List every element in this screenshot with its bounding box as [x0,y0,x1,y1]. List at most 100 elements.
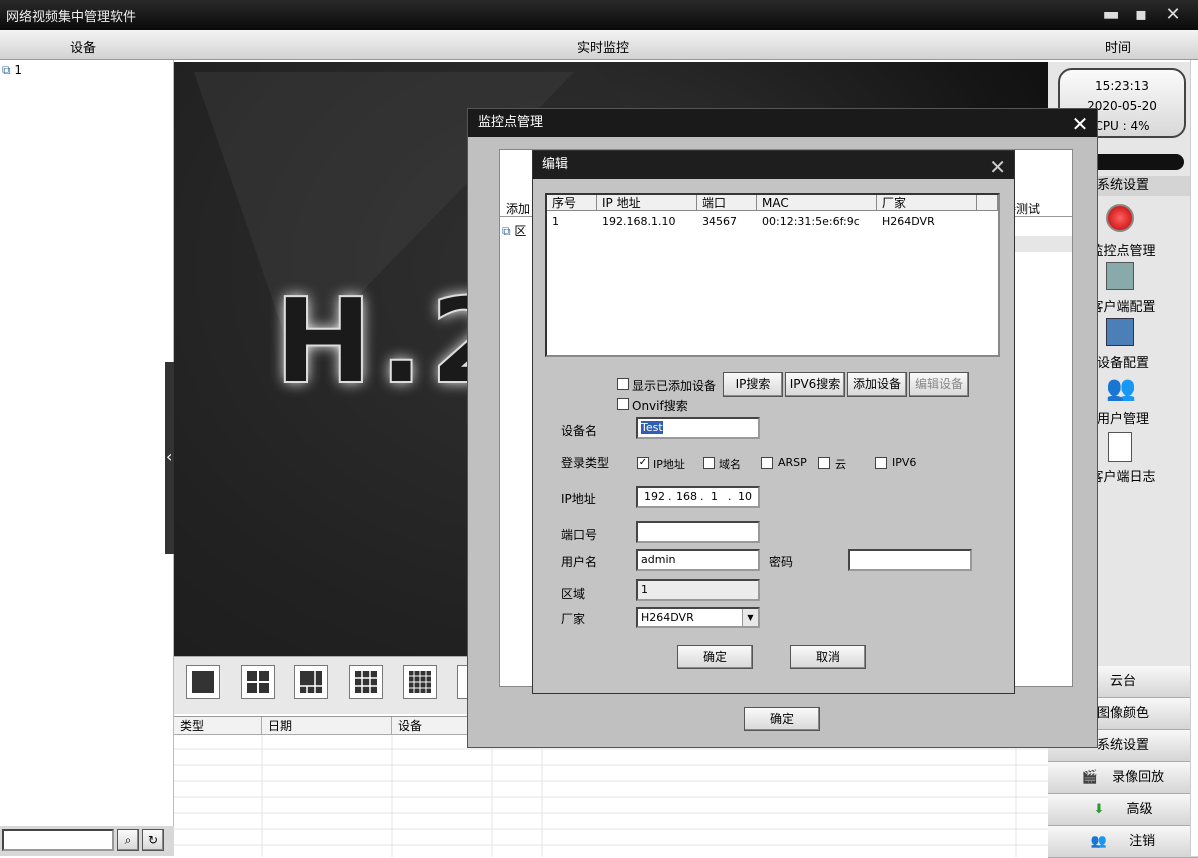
tree-search-bar: ⌕ ↻ [0,826,174,856]
users-icon[interactable]: 👥 [1106,374,1136,402]
login-ip-checkbox[interactable]: ✓ [637,457,649,469]
log-col-type[interactable]: 类型 [174,717,262,735]
edit-close-icon[interactable]: ✕ [989,155,1006,179]
window-right-edge [1190,60,1198,856]
log-col-date[interactable]: 日期 [262,717,392,735]
clock-time: 15:23:13 [1095,79,1149,93]
log-grid [174,735,1048,857]
list-col-vendor[interactable]: 厂家 [877,195,977,211]
list-col-empty [977,195,998,211]
list-col-ip[interactable]: IP 地址 [597,195,697,211]
area-input[interactable]: 1 [636,579,760,601]
login-domain-label: 域名 [719,458,741,471]
device-name-value: Test [641,421,663,434]
port-input[interactable] [636,521,760,543]
login-cloud-checkbox[interactable] [818,457,830,469]
device-name-input[interactable]: Test [636,417,760,439]
edit-cancel-button[interactable]: 取消 [790,645,866,669]
area-tree-label: 区 [514,224,527,238]
clapper-icon: 🎬 [1081,770,1099,785]
dialog-title: 监控点管理 [468,109,1097,137]
add-device-button[interactable]: 添加设备 [847,372,907,397]
playback-label: 录像回放 [1112,770,1165,785]
close-icon[interactable]: ✕ [1162,4,1184,26]
tree-root[interactable]: ⧉ 1 [2,63,22,78]
login-arsp-label: ARSP [778,456,807,469]
login-arsp-checkbox[interactable] [761,457,773,469]
logout-button[interactable]: 👥 注销 [1048,826,1198,858]
ip-octet-4: 10 [738,490,752,503]
table-row[interactable]: 1 192.168.1.10 34567 00:12:31:5e:6f:9c H… [547,213,998,229]
ip-address-label: IP地址 [561,492,596,506]
onvif-checkbox[interactable] [617,398,629,410]
vendor-label: 厂家 [561,612,586,626]
logout-users-icon: 👥 [1090,834,1108,849]
maximize-icon[interactable]: ▪ [1130,4,1152,26]
app-title: 网络视频集中管理软件 [6,10,137,25]
password-label: 密码 [769,555,794,569]
list-col-port[interactable]: 端口 [697,195,757,211]
layout-6-icon[interactable] [294,665,328,699]
chevron-down-icon[interactable]: ▼ [742,609,758,626]
edit-dialog-title: 编辑 [533,151,1014,179]
ip-dot-2: . [700,490,704,503]
advanced-button[interactable]: ⬇ 高级 [1048,794,1198,826]
layout-1-icon[interactable] [186,665,220,699]
port-label: 端口号 [561,528,598,542]
dialog-close-icon[interactable]: ✕ [1069,112,1091,136]
ip-octet-1: 192 [644,490,665,503]
main-ok-button[interactable]: 确定 [744,707,820,731]
search-icon[interactable]: ⌕ [117,829,139,851]
log-file-icon[interactable] [1108,432,1132,462]
ip-address-input[interactable]: 192 . 168 . 1 . 10 [636,486,760,508]
vendor-select[interactable]: H264DVR ▼ [636,607,760,628]
login-ipv6-label: IPV6 [892,456,917,469]
list-col-mac[interactable]: MAC [757,195,877,211]
logout-label: 注销 [1129,834,1156,849]
list-col-index[interactable]: 序号 [547,195,597,211]
edit-device-button[interactable]: 编辑设备 [909,372,969,397]
username-input[interactable]: admin [636,549,760,571]
row-vendor: H264DVR [882,215,935,228]
row-index: 1 [552,215,559,228]
monitor-point-icon[interactable] [1106,204,1134,232]
device-name-label: 设备名 [561,424,598,438]
refresh-icon[interactable]: ↻ [142,829,164,851]
show-added-label: 显示已添加设备 [632,379,717,393]
window-titlebar: 网络视频集中管理软件 ▬ ▪ ✕ [0,0,1198,30]
camera-group-icon: ⧉ [2,63,11,77]
ip-octet-2: 168 [676,490,697,503]
layout-16-icon[interactable] [403,665,437,699]
login-domain-checkbox[interactable] [703,457,715,469]
area-tree-item[interactable]: ⧉ 区 [502,222,526,239]
device-config-icon[interactable] [1106,318,1134,346]
login-ipv6-checkbox[interactable] [875,457,887,469]
minimize-icon[interactable]: ▬ [1100,4,1122,26]
client-config-icon[interactable] [1106,262,1134,290]
tree-search-input[interactable] [2,829,114,851]
tree-root-label: 1 [14,63,23,77]
add-tab[interactable]: 添加 [506,200,530,217]
advanced-label: 高级 [1126,802,1153,817]
playback-button[interactable]: 🎬 录像回放 [1048,762,1198,794]
collapse-chevron-icon[interactable]: ‹ [166,447,172,466]
area-label: 区域 [561,587,586,601]
password-input[interactable] [848,549,972,571]
layout-4-icon[interactable] [241,665,275,699]
login-cloud-label: 云 [835,458,846,471]
device-tree-panel: ⧉ 1 [0,60,174,856]
username-label: 用户名 [561,555,598,569]
ip-octet-3: 1 [711,490,718,503]
live-header: 实时监控 [577,41,630,56]
ipv6-search-button[interactable]: IPV6搜索 [785,372,845,397]
time-header: 时间 [1105,41,1132,56]
edit-ok-button[interactable]: 确定 [677,645,753,669]
ip-dot-3: . [728,490,732,503]
layout-9-icon[interactable] [349,665,383,699]
ip-search-button[interactable]: IP搜索 [723,372,783,397]
arrow-down-icon: ⬇ [1093,802,1105,817]
vendor-value: H264DVR [641,611,694,624]
system-settings-label: 系统设置 [1096,738,1149,753]
device-header: 设备 [70,41,97,56]
show-added-checkbox[interactable] [617,378,629,390]
